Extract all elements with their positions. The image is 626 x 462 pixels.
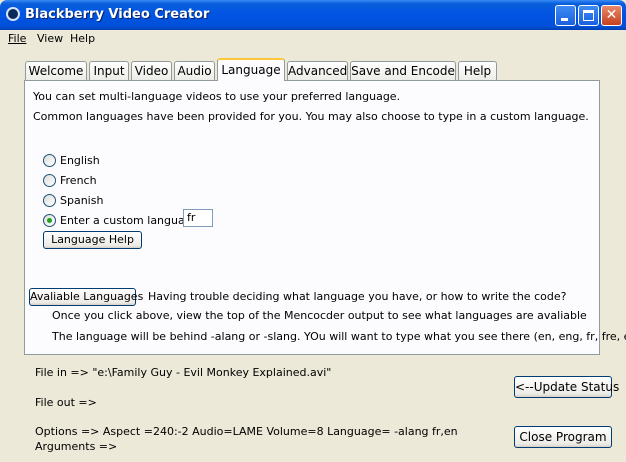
- tab-help[interactable]: Help: [458, 61, 497, 81]
- tab-save-and-encode[interactable]: Save and Encode: [350, 61, 456, 81]
- maximize-icon: [583, 10, 594, 21]
- minimize-icon: [561, 18, 568, 21]
- radio-english[interactable]: [43, 154, 56, 167]
- options-status: Options => Aspect =240:-2 Audio=LAME Vol…: [35, 425, 458, 438]
- radio-custom-language[interactable]: [43, 214, 56, 227]
- radio-custom-language-label: Enter a custom language: [60, 214, 199, 227]
- app-icon: [6, 7, 20, 21]
- tab-audio[interactable]: Audio: [174, 61, 215, 81]
- tab-language[interactable]: Language: [217, 58, 285, 81]
- title-bar: Blackberry Video Creator ✕: [0, 0, 626, 30]
- radio-french[interactable]: [43, 174, 56, 187]
- maximize-button[interactable]: [578, 5, 599, 26]
- intro-text-1: You can set multi-language videos to use…: [33, 90, 401, 103]
- radio-english-label: English: [60, 154, 100, 167]
- menu-help[interactable]: Help: [70, 32, 95, 45]
- menu-bar: File View Help: [0, 30, 626, 48]
- info-text-1: Once you click above, view the top of th…: [52, 309, 587, 322]
- close-window-button[interactable]: ✕: [601, 5, 622, 26]
- close-program-button[interactable]: Close Program: [514, 426, 612, 448]
- info-text-2: The language will be behind -alang or -s…: [52, 330, 626, 343]
- menu-file[interactable]: File: [8, 32, 26, 45]
- tab-video[interactable]: Video: [131, 61, 172, 81]
- tab-input[interactable]: Input: [89, 61, 129, 81]
- arguments-status: Arguments =>: [35, 440, 118, 453]
- available-languages-button[interactable]: Avaliable Languages: [29, 288, 143, 306]
- minimize-button[interactable]: [555, 5, 576, 26]
- menu-view[interactable]: View: [37, 32, 63, 45]
- radio-spanish[interactable]: [43, 194, 56, 207]
- radio-spanish-label: Spanish: [60, 194, 104, 207]
- radio-french-label: French: [60, 174, 97, 187]
- tab-advanced[interactable]: Advanced: [287, 61, 348, 81]
- trouble-text: Having trouble deciding what language yo…: [148, 290, 567, 303]
- update-status-button[interactable]: <--Update Status: [514, 376, 619, 398]
- close-icon: ✕: [605, 7, 618, 23]
- intro-text-2: Common languages have been provided for …: [33, 110, 589, 123]
- file-in-status: File in => "e:\Family Guy - Evil Monkey …: [35, 366, 332, 379]
- window-title: Blackberry Video Creator: [25, 7, 210, 22]
- tab-welcome[interactable]: Welcome: [25, 61, 87, 81]
- custom-language-input[interactable]: fr: [183, 209, 213, 227]
- file-out-status: File out =>: [35, 396, 97, 409]
- language-help-button[interactable]: Language Help: [43, 231, 142, 249]
- language-tab-panel: You can set multi-language videos to use…: [24, 80, 626, 355]
